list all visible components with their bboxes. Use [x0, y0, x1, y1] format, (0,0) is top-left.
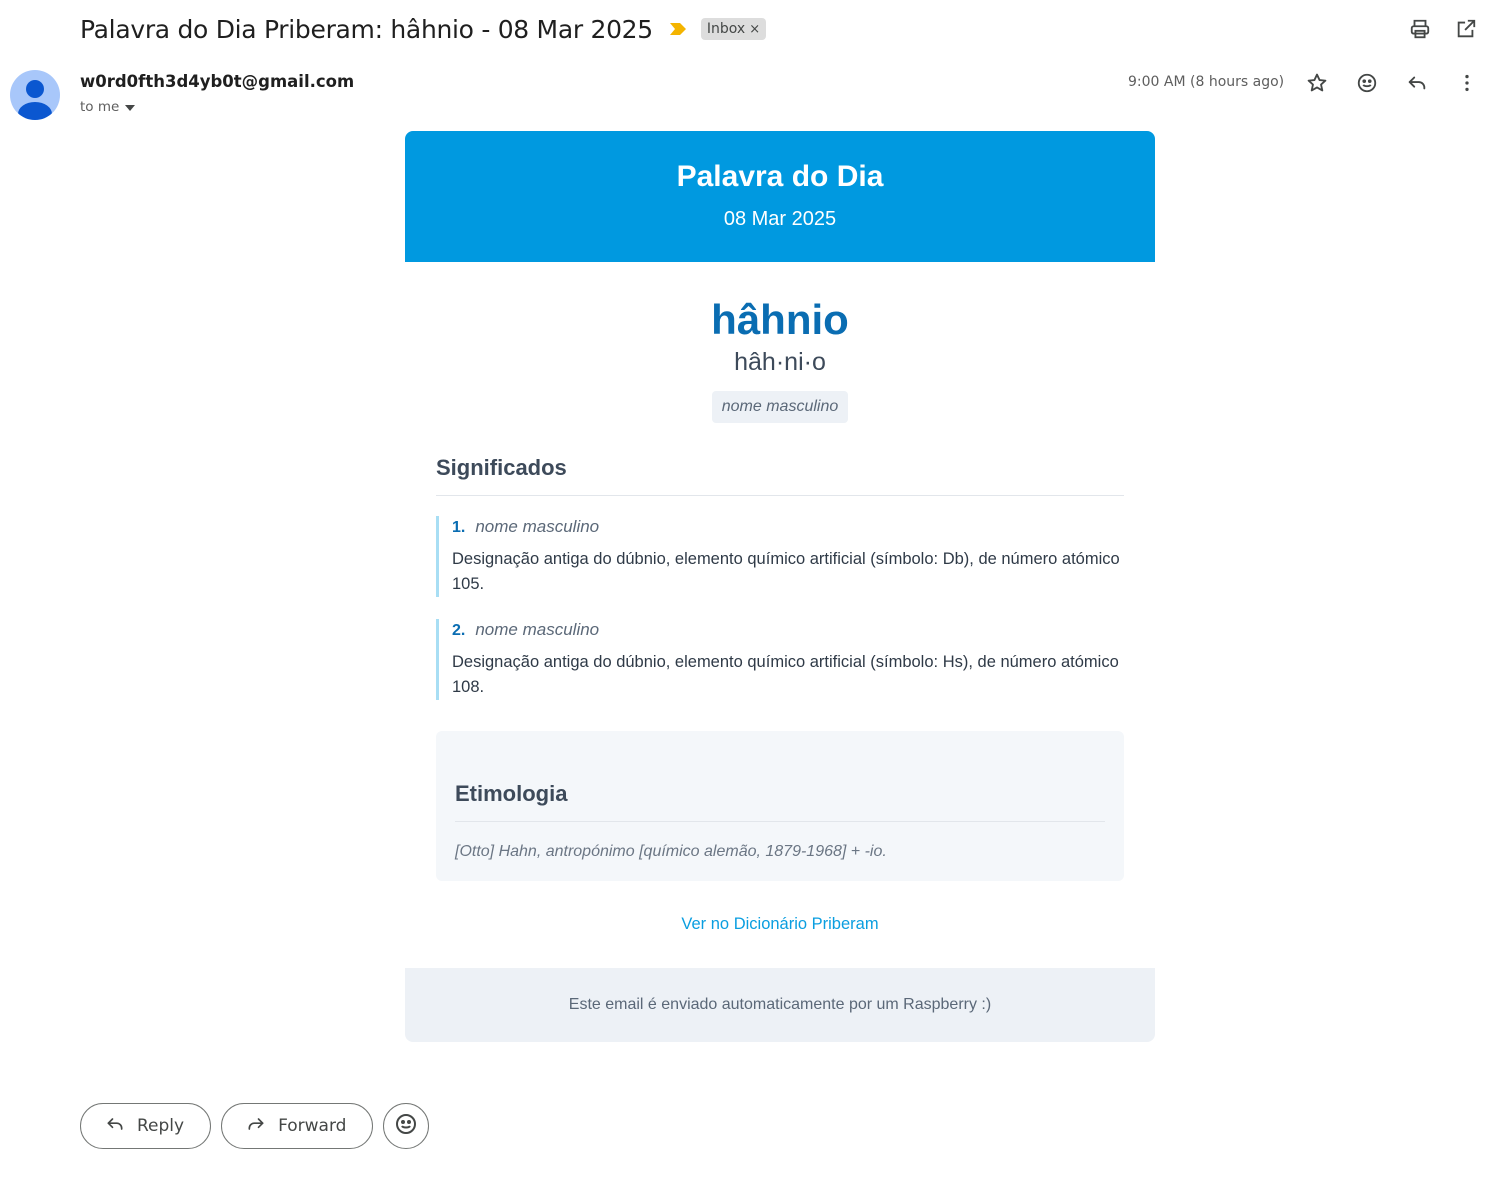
- reply-label: Reply: [137, 1116, 185, 1136]
- meaning-pos: nome masculino: [475, 517, 600, 536]
- reply-icon[interactable]: [1404, 70, 1430, 96]
- inbox-label-text: Inbox: [706, 21, 746, 37]
- dropdown-arrow-icon[interactable]: [125, 99, 136, 115]
- email-body: Palavra do Dia 08 Mar 2025 hâhnio hâh·ni…: [405, 131, 1155, 1042]
- meaning-item: 2. nome masculino Designação antiga do d…: [436, 619, 1124, 700]
- emoji-react-button[interactable]: [383, 1103, 430, 1149]
- word-block: hâhnio hâh·ni·o nome masculino: [405, 295, 1155, 423]
- forward-icon: [246, 1114, 266, 1139]
- remove-label-icon[interactable]: ×: [749, 22, 760, 37]
- forward-button[interactable]: Forward: [221, 1103, 374, 1149]
- meanings-title: Significados: [436, 455, 1124, 496]
- forward-label: Forward: [278, 1116, 347, 1136]
- importance-marker-icon[interactable]: [669, 22, 687, 36]
- meaning-number: 2.: [452, 622, 466, 639]
- email-footer: Este email é enviado automaticamente por…: [405, 968, 1155, 1042]
- meaning-item: 1. nome masculino Designação antiga do d…: [436, 516, 1124, 597]
- message-actions: [1304, 70, 1480, 96]
- dictionary-link[interactable]: Ver no Dicionário Priberam: [681, 915, 878, 933]
- header-banner: Palavra do Dia 08 Mar 2025: [405, 131, 1155, 262]
- etymology-text: [Otto] Hahn, antropónimo [químico alemão…: [455, 843, 887, 860]
- more-vertical-icon[interactable]: [1454, 70, 1480, 96]
- meaning-number: 1.: [452, 519, 466, 536]
- meaning-pos: nome masculino: [475, 620, 600, 639]
- emoji-reaction-icon[interactable]: [1354, 70, 1380, 96]
- star-icon[interactable]: [1304, 70, 1330, 96]
- meanings-section: Significados 1. nome masculino Designaçã…: [436, 455, 1124, 700]
- part-of-speech-badge: nome masculino: [711, 391, 849, 423]
- open-in-new-window-icon[interactable]: [1453, 16, 1479, 42]
- inbox-label-chip[interactable]: Inbox ×: [700, 18, 767, 40]
- word-headword: hâhnio: [711, 296, 849, 343]
- sender-avatar[interactable]: [10, 70, 60, 120]
- emoji-reaction-icon: [394, 1112, 418, 1141]
- meaning-text: Designação antiga do dúbnio, elemento qu…: [452, 653, 1119, 696]
- banner-title: Palavra do Dia: [676, 160, 884, 193]
- word-syllables: hâh·ni·o: [734, 348, 826, 376]
- reply-icon: [105, 1114, 125, 1139]
- meaning-text: Designação antiga do dúbnio, elemento qu…: [452, 550, 1120, 593]
- reply-actions: Reply Forward: [80, 1103, 430, 1149]
- sender-email[interactable]: w0rd0fth3d4yb0t@gmail.com: [80, 72, 354, 91]
- recipient-label: to me: [80, 99, 120, 115]
- top-toolbar: [1407, 16, 1479, 42]
- print-icon[interactable]: [1407, 16, 1433, 42]
- etymology-title: Etimologia: [455, 781, 1105, 822]
- banner-date: 08 Mar 2025: [723, 208, 837, 230]
- recipient-details[interactable]: to me: [80, 99, 136, 115]
- etymology-section: Etimologia [Otto] Hahn, antropónimo [quí…: [436, 731, 1124, 881]
- email-subject: Palavra do Dia Priberam: hâhnio - 08 Mar…: [80, 14, 653, 44]
- message-time: 9:00 AM (8 hours ago): [1128, 74, 1285, 90]
- reply-button[interactable]: Reply: [80, 1103, 212, 1149]
- subject-row: Palavra do Dia Priberam: hâhnio - 08 Mar…: [80, 12, 767, 46]
